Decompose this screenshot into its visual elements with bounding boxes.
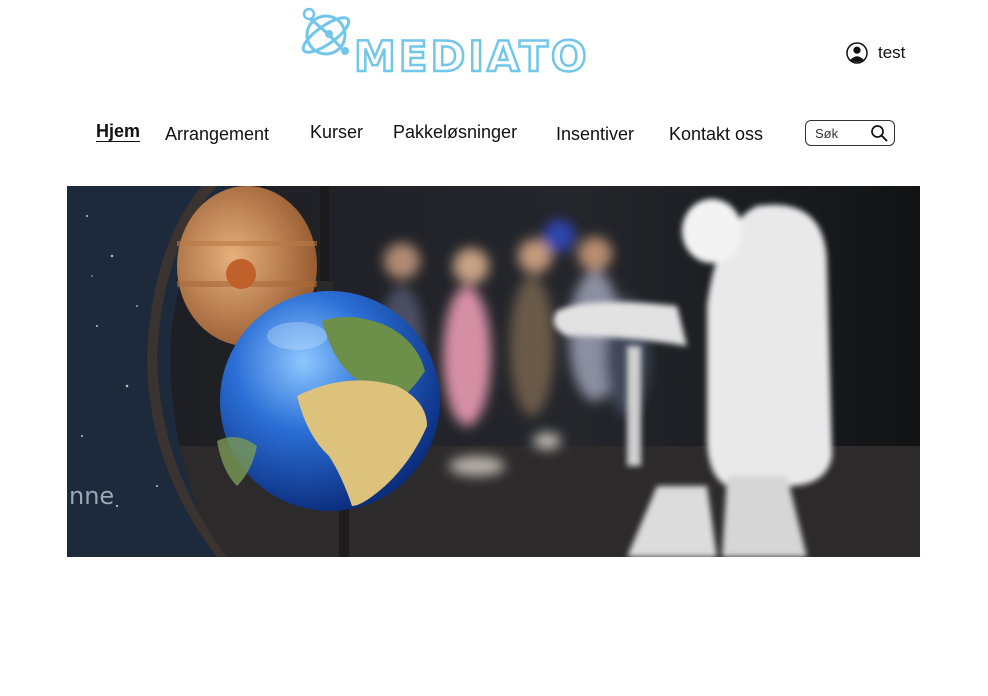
nav-item-pakkelosninger[interactable]: Pakkeløsninger xyxy=(393,122,517,143)
nav-item-arrangement[interactable]: Arrangement xyxy=(165,124,269,145)
user-name: test xyxy=(878,43,906,62)
user-menu[interactable]: test xyxy=(846,41,905,65)
search-box xyxy=(805,120,895,146)
nav-item-kurser[interactable]: Kurser xyxy=(310,122,363,143)
nav-item-kontakt-oss[interactable]: Kontakt oss xyxy=(669,124,763,145)
atom-orbit-icon xyxy=(301,7,351,56)
nav-item-insentiver[interactable]: Insentiver xyxy=(556,124,634,145)
hero-visible-text: nne xyxy=(69,482,114,510)
search-icon[interactable] xyxy=(870,124,888,142)
hero-image: nne xyxy=(67,186,920,557)
nav-item-hjem[interactable]: Hjem xyxy=(96,121,140,142)
logo-wordmark[interactable]: MEDIATO xyxy=(353,34,590,79)
user-circle-icon xyxy=(846,42,868,64)
search-input[interactable] xyxy=(815,125,869,141)
